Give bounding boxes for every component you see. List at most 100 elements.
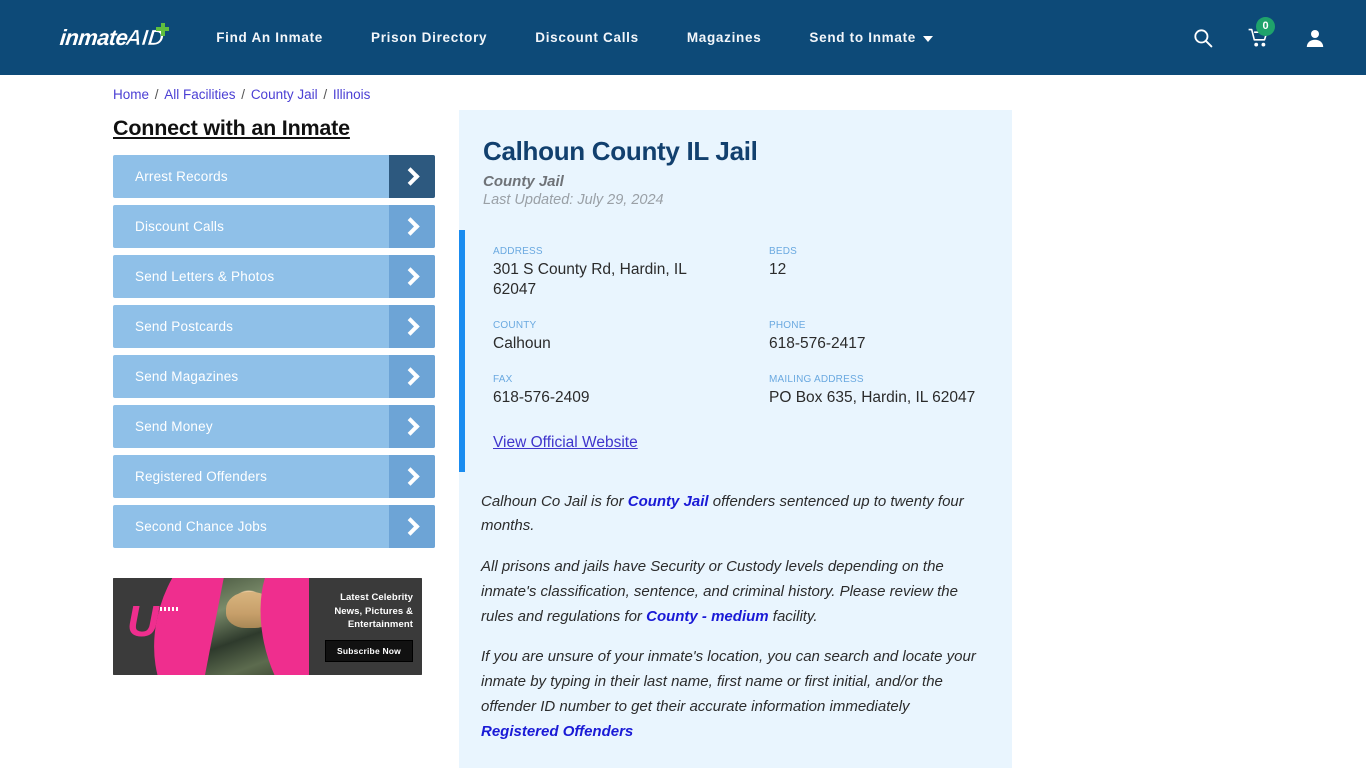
breadcrumb-separator: / — [151, 87, 163, 102]
sidebar-item-arrest-records[interactable]: Arrest Records — [113, 155, 435, 198]
nav-label: Prison Directory — [371, 30, 488, 45]
nav-label: Send to Inmate — [809, 30, 916, 45]
chevron-right-icon — [389, 505, 435, 548]
cart-icon[interactable]: 0 — [1246, 16, 1275, 51]
nav-item-send-to-inmate[interactable]: Send to Inmate — [785, 30, 957, 45]
sidebar-item-registered-offenders[interactable]: Registered Offenders — [113, 455, 435, 498]
detail-phone: PHONE 618-576-2417 — [769, 320, 988, 354]
user-icon[interactable] — [1302, 25, 1328, 51]
sidebar-list: Arrest Records Discount Calls Send Lette… — [113, 155, 435, 548]
breadcrumb-separator: / — [319, 87, 331, 102]
paragraph-3-text: If you are unsure of your inmate's locat… — [481, 648, 976, 715]
sidebar-item-discount-calls[interactable]: Discount Calls — [113, 205, 435, 248]
nav-item-find-an-inmate[interactable]: Find An Inmate — [216, 30, 347, 45]
facility-header: Calhoun County IL Jail County Jail Last … — [459, 136, 1012, 208]
ad-artwork: Us — [113, 578, 309, 675]
ad-copy-area: Latest Celebrity News, Pictures & Entert… — [309, 578, 422, 675]
detail-label: PHONE — [769, 319, 806, 331]
page-body: Home / All Facilities / County Jail / Il… — [0, 75, 1366, 768]
sidebar-item-label: Second Chance Jobs — [135, 519, 267, 534]
county-medium-link[interactable]: County - medium — [646, 608, 769, 625]
cta-button-row — [459, 760, 1012, 768]
primary-nav: Find An Inmate Prison Directory Discount… — [216, 30, 1190, 45]
detail-beds: BEDS 12 — [769, 246, 988, 300]
detail-value: 301 S County Rd, Hardin, IL 62047 — [493, 261, 687, 299]
chevron-right-icon — [389, 405, 435, 448]
paragraph-3: If you are unsure of your inmate's locat… — [481, 645, 988, 744]
detail-label: COUNTY — [493, 319, 537, 331]
cart-count-badge: 0 — [1256, 16, 1275, 36]
detail-fax: FAX 618-576-2409 — [493, 374, 769, 408]
sidebar-item-second-chance-jobs[interactable]: Second Chance Jobs — [113, 505, 435, 548]
chevron-down-icon — [922, 35, 933, 42]
detail-mailing-address: MAILING ADDRESS PO Box 635, Hardin, IL 6… — [769, 374, 988, 408]
breadcrumb-item-home[interactable]: Home — [113, 87, 149, 102]
paragraph-2-after: facility. — [768, 607, 818, 625]
search-icon[interactable] — [1190, 25, 1216, 51]
sidebar-item-send-money[interactable]: Send Money — [113, 405, 435, 448]
site-header: inmate AID Find An Inmate Prison Directo… — [0, 0, 1366, 75]
detail-county: COUNTY Calhoun — [493, 320, 769, 354]
chevron-right-icon — [389, 255, 435, 298]
facility-details: ADDRESS 301 S County Rd, Hardin, IL 6204… — [459, 230, 1012, 472]
nav-item-prison-directory[interactable]: Prison Directory — [347, 30, 511, 45]
detail-grid: ADDRESS 301 S County Rd, Hardin, IL 6204… — [493, 246, 988, 407]
header-icon-group: 0 — [1190, 16, 1338, 51]
chevron-right-icon — [389, 155, 435, 198]
facility-type: County Jail — [483, 173, 564, 191]
chevron-right-icon — [389, 355, 435, 398]
content-area: Connect with an Inmate Arrest Records Di… — [0, 102, 1366, 768]
paragraph-1: Calhoun Co Jail is for County Jail offen… — [481, 490, 988, 540]
county-jail-link[interactable]: County Jail — [628, 493, 709, 510]
nav-label: Find An Inmate — [216, 30, 324, 45]
view-official-website-link[interactable]: View Official Website — [493, 434, 638, 452]
logo-word: inmate — [58, 24, 129, 50]
sidebar-item-label: Discount Calls — [135, 219, 225, 234]
sidebar-item-send-letters-photos[interactable]: Send Letters & Photos — [113, 255, 435, 298]
ad-headline: Latest Celebrity News, Pictures & Entert… — [334, 592, 413, 631]
ad-banner[interactable]: Us Latest Celebrity News, Pictures & Ent… — [113, 578, 422, 675]
detail-address: ADDRESS 301 S County Rd, Hardin, IL 6204… — [493, 246, 769, 300]
sidebar-item-label: Send Magazines — [135, 369, 239, 384]
site-logo[interactable]: inmate AID — [58, 22, 169, 51]
chevron-right-icon — [389, 455, 435, 498]
detail-value: PO Box 635, Hardin, IL 62047 — [769, 388, 976, 406]
ad-subscribe-button[interactable]: Subscribe Now — [324, 639, 413, 662]
breadcrumb: Home / All Facilities / County Jail / Il… — [0, 75, 1366, 102]
detail-value: 618-576-2409 — [493, 388, 590, 406]
detail-value: Calhoun — [493, 334, 551, 352]
chevron-right-icon — [389, 205, 435, 248]
detail-label: FAX — [493, 373, 513, 385]
breadcrumb-separator: / — [237, 87, 249, 102]
green-plus-icon — [156, 22, 169, 36]
breadcrumb-item-illinois[interactable]: Illinois — [333, 87, 371, 102]
detail-value: 12 — [769, 261, 787, 279]
breadcrumb-item-county-jail[interactable]: County Jail — [251, 87, 318, 102]
ad-dots-decoration — [160, 607, 179, 611]
sidebar-item-send-postcards[interactable]: Send Postcards — [113, 305, 435, 348]
sidebar-item-label: Send Postcards — [135, 319, 234, 334]
detail-label: BEDS — [769, 246, 798, 258]
sidebar-item-label: Send Letters & Photos — [135, 269, 275, 284]
facility-description: Calhoun Co Jail is for County Jail offen… — [459, 472, 1012, 745]
breadcrumb-item-all-facilities[interactable]: All Facilities — [164, 87, 235, 102]
sidebar-item-label: Registered Offenders — [135, 469, 268, 484]
nav-item-discount-calls[interactable]: Discount Calls — [511, 30, 663, 45]
detail-label: ADDRESS — [493, 246, 543, 258]
chevron-right-icon — [389, 305, 435, 348]
sidebar: Connect with an Inmate Arrest Records Di… — [113, 110, 435, 675]
registered-offenders-link[interactable]: Registered Offenders — [481, 723, 633, 740]
nav-item-magazines[interactable]: Magazines — [663, 30, 786, 45]
detail-label: MAILING ADDRESS — [769, 373, 864, 385]
nav-label: Discount Calls — [535, 30, 639, 45]
sidebar-item-send-magazines[interactable]: Send Magazines — [113, 355, 435, 398]
sidebar-item-label: Arrest Records — [135, 169, 228, 184]
paragraph-2: All prisons and jails have Security or C… — [481, 555, 988, 629]
detail-value: 618-576-2417 — [769, 334, 866, 352]
sidebar-heading: Connect with an Inmate — [113, 116, 350, 140]
paragraph-1-before: Calhoun Co Jail is for — [481, 492, 628, 510]
facility-panel: Calhoun County IL Jail County Jail Last … — [459, 110, 1012, 768]
sidebar-item-label: Send Money — [135, 419, 213, 434]
nav-label: Magazines — [686, 30, 762, 45]
last-updated: Last Updated: July 29, 2024 — [483, 192, 664, 209]
